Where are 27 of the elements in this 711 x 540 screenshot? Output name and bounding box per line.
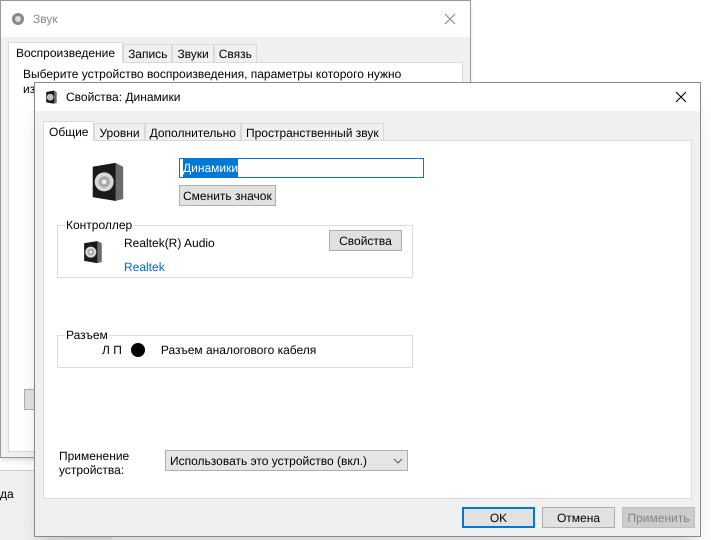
properties-button[interactable]: Свойства [329,230,402,251]
tab[interactable]: Дополнительно [144,123,241,141]
dialog-button[interactable]: Отмена [542,507,615,528]
tab[interactable]: Общие [43,121,94,141]
dialog-title: Свойства: Динамики [66,89,180,106]
name-field[interactable]: Динамики [179,158,424,178]
tab[interactable]: Связь [214,44,257,63]
usage-label: Применение устройства: [58,449,130,477]
group-label: Разъем [65,327,109,344]
tab[interactable]: Звуки [172,44,214,63]
close-icon[interactable] [675,91,687,103]
jack-description: Разъем аналогового кабеля [160,342,316,359]
dialog-button[interactable]: OK [462,507,535,528]
window-text: да [0,486,14,503]
chevron-down-icon [393,458,403,464]
controller-link[interactable]: Realtek [124,258,215,276]
change-icon-button[interactable]: Сменить значок [179,185,276,206]
group-label: Контроллер [65,217,134,234]
usage-dropdown[interactable]: Использовать это устройство (вкл.) [165,450,408,471]
description: Выберите устройство воспроизведения, параметры которого нужно [23,67,402,82]
tab[interactable]: Пространственный звук [240,123,384,141]
tab[interactable]: Запись [123,44,172,63]
tab[interactable]: Уровни [94,123,145,141]
controller-name: Realtek(R) Audio [124,235,215,252]
window-title: Звук [33,11,58,28]
channel-label: Л П [102,342,122,359]
tab[interactable]: Воспроизведение [8,42,124,63]
